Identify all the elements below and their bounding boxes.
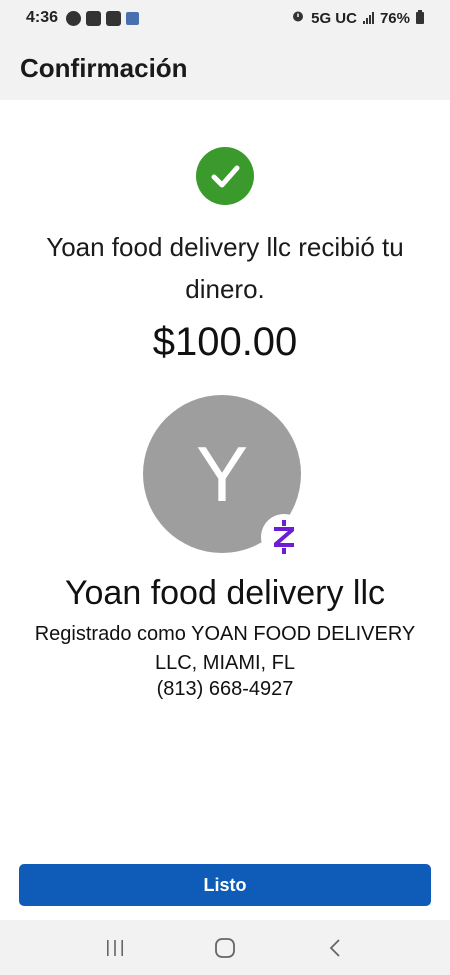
home-icon[interactable] [205, 928, 245, 968]
notification-calendar-icon [86, 10, 102, 26]
app-header: Confirmación [0, 36, 450, 100]
battery-icon [416, 10, 424, 24]
confirmation-content: Yoan food delivery llc recibió tu dinero… [0, 100, 450, 915]
notification-grid-icon [126, 11, 140, 25]
done-button[interactable]: Listo [19, 864, 431, 906]
signal-icon [362, 12, 374, 24]
status-bar: 4:36 5G UC 76% [0, 0, 450, 36]
back-icon[interactable] [315, 928, 355, 968]
registered-as: Registrado como YOAN FOOD DELIVERY LLC, … [34, 623, 416, 674]
page-title: Confirmación [20, 52, 188, 83]
confirmation-screen: 4:36 5G UC 76% Confirmación Yoan food de… [0, 0, 450, 975]
recipient-name: Yoan food delivery llc [64, 574, 386, 612]
battery-label: 76% [379, 9, 410, 27]
zelle-logo-icon [261, 514, 307, 560]
recent-apps-icon[interactable] [95, 928, 135, 968]
amount-sent: $100.00 [152, 320, 298, 364]
notification-app-icon [66, 10, 82, 26]
network-label: 5G UC [311, 9, 357, 27]
check-circle-icon [196, 147, 254, 205]
notification-camera-icon [106, 10, 122, 26]
status-time: 4:36 [26, 9, 59, 26]
system-nav-bar [0, 920, 450, 975]
confirmation-message: Yoan food delivery llc recibió tu dinero… [46, 232, 404, 304]
avatar-initial: Y [195, 429, 249, 518]
alarm-icon [291, 9, 305, 27]
status-left: 4:36 [26, 9, 140, 27]
recipient-phone: (813) 668-4927 [156, 678, 294, 700]
status-right: 5G UC 76% [291, 9, 424, 27]
